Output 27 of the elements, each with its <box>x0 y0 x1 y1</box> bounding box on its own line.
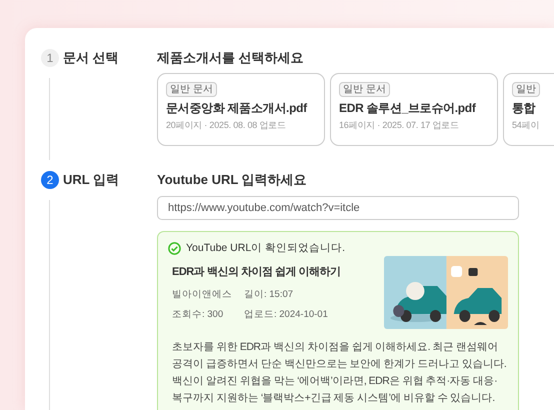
document-tag: 일반 <box>512 82 540 97</box>
document-card[interactable]: 일반 문서 EDR 솔루션_브로슈어.pdf 16페이지 · 2025. 07. 17 업로드 <box>330 73 498 146</box>
step-label: URL 입력 <box>63 171 120 189</box>
section-heading: 제품소개서를 선택하세요 <box>157 49 305 67</box>
document-tag: 일반 문서 <box>339 82 390 97</box>
step-number: 2 <box>41 171 59 189</box>
video-title: EDR과 백신의 차이점 쉽게 이해하기 <box>172 265 342 279</box>
url-field[interactable]: https://www.youtube.com/watch?v=itcle <box>157 196 519 220</box>
section-heading: Youtube URL 입력하세요 <box>157 171 308 189</box>
status-message: YouTube URL이 확인되었습니다. <box>186 241 346 255</box>
video-length: 길이: 15:07 <box>244 288 294 301</box>
document-meta: 54페이 <box>512 119 540 132</box>
document-name: 통합 <box>512 100 536 117</box>
upload-date: 업로드: 2024-10-01 <box>244 308 329 321</box>
step-number: 1 <box>41 49 59 67</box>
document-tag: 일반 문서 <box>166 82 217 97</box>
document-name: EDR 솔루션_브로슈어.pdf <box>339 100 476 117</box>
view-count: 조회수: 300 <box>172 308 224 321</box>
document-meta: 16페이지 · 2025. 07. 17 업로드 <box>339 119 459 132</box>
step-label: 문서 선택 <box>63 49 119 67</box>
document-name: 문서중앙화 제품소개서.pdf <box>166 100 307 117</box>
video-description: 초보자를 위한 EDR과 백신의 차이점을 쉽게 이해하세요. 최근 랜섬웨어 공격이 급증하면서 단순 백신만으로는 보안에 한계가 드러나고 있습니다. 백신이 알려진 위협을 막는 ‘에어백’이라면, EDR은 위협 추적·자동 대응·복구까지 지원하는 ‘블랙박스+긴급 제동 시스템’에 비유할 수 있습니다. <box>171 340 508 406</box>
document-meta: 20페이지 · 2025. 08. 08 업로드 <box>166 119 286 132</box>
document-card[interactable]: 일반 문서 문서중앙화 제품소개서.pdf 20페이지 · 2025. 08. 08 업로드 <box>157 73 325 146</box>
document-card[interactable]: 일반 통합 54페이 <box>503 73 554 146</box>
channel-name: 빌아이앤에스 <box>172 288 233 301</box>
check-circle-icon <box>168 242 181 254</box>
